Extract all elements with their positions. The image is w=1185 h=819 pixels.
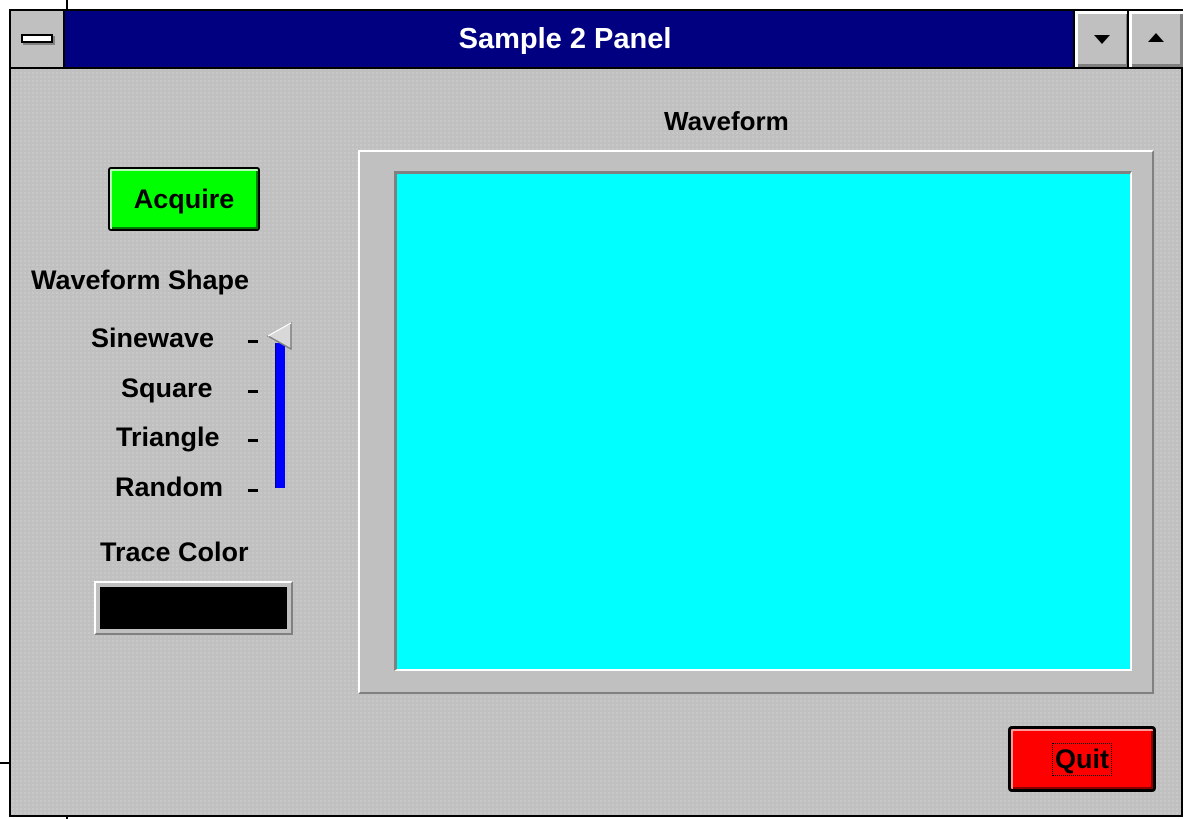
quit-button-label: Quit (1052, 742, 1112, 776)
slider-tick (248, 390, 258, 393)
trace-color-picker[interactable] (94, 581, 293, 635)
system-menu-button[interactable] (11, 11, 65, 67)
slider-tick (248, 340, 258, 343)
title-bar[interactable]: Sample 2 Panel (11, 11, 1183, 69)
waveform-plot-area[interactable] (394, 171, 1132, 671)
maximize-arrow-icon (1148, 33, 1164, 42)
slider-tick (248, 439, 258, 442)
slider-tick (248, 489, 258, 492)
quit-button[interactable]: Quit (1008, 726, 1156, 792)
frame-line (66, 0, 68, 9)
frame-line (0, 762, 9, 764)
slider-option-random[interactable]: Random (115, 472, 223, 503)
trace-color-label: Trace Color (100, 537, 249, 567)
acquire-button[interactable]: Acquire (108, 167, 260, 231)
minimize-button[interactable] (1073, 11, 1129, 67)
trace-color-swatch (100, 587, 287, 629)
slider-option-square[interactable]: Square (121, 373, 213, 404)
graph-title: Waveform (664, 106, 789, 136)
slider-pointer-icon[interactable] (266, 322, 293, 350)
window-title: Sample 2 Panel (458, 23, 672, 55)
waveform-shape-slider-track[interactable] (275, 343, 285, 488)
sample-panel-window: Sample 2 Panel Waveform Acquire Waveform… (9, 9, 1183, 817)
slider-option-triangle[interactable]: Triangle (116, 422, 220, 453)
maximize-button[interactable] (1127, 11, 1183, 67)
slider-option-sinewave[interactable]: Sinewave (91, 323, 214, 354)
waveform-shape-label: Waveform Shape (31, 265, 250, 295)
minimize-arrow-icon (1094, 35, 1110, 44)
system-menu-icon (21, 34, 53, 43)
